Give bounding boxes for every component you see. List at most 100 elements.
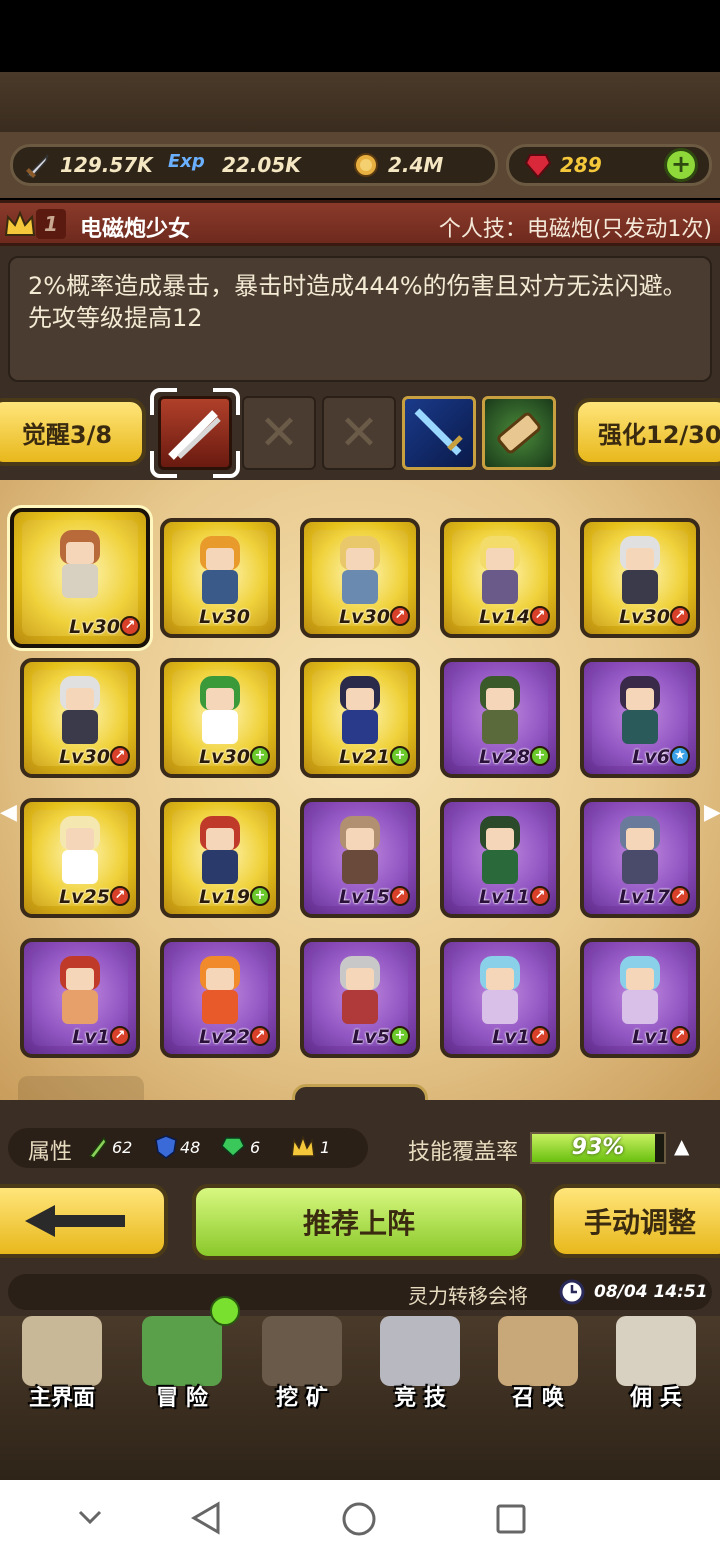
nav-item[interactable]: 主界面 xyxy=(6,1310,118,1420)
empty-slot-2-x-icon[interactable]: ✕ xyxy=(322,396,396,470)
hero-card[interactable]: Lv19 + xyxy=(160,798,280,918)
upgrade-arrow-icon: ↗ xyxy=(110,746,130,766)
upgrade-arrow-icon: ↗ xyxy=(120,616,140,636)
nav-item[interactable]: 挖 矿 xyxy=(246,1310,358,1420)
hero-card[interactable]: Lv17 ↗ xyxy=(580,798,700,918)
hero-card[interactable]: Lv6 ★ xyxy=(580,658,700,778)
island-icon xyxy=(142,1316,222,1386)
hero-card[interactable]: Lv30 ↗ xyxy=(300,518,420,638)
coverage-value: 93% xyxy=(571,1135,625,1160)
shield-icon xyxy=(154,1134,178,1160)
plus-badge-icon: + xyxy=(390,746,410,766)
hero-card[interactable]: Lv22 ↗ xyxy=(160,938,280,1058)
empty-slot-1-x-icon[interactable]: ✕ xyxy=(242,396,316,470)
chevron-down-icon[interactable] xyxy=(76,1502,104,1530)
sword-value: 129.57K xyxy=(60,153,153,177)
hero-sprite xyxy=(332,956,388,1026)
hero-sprite xyxy=(612,956,668,1026)
upgrade-arrow-icon: ↗ xyxy=(530,1026,550,1046)
equip-slot-blue-sword[interactable] xyxy=(402,396,476,470)
coin-value: 2.4M xyxy=(388,153,444,177)
crossed-swords-icon xyxy=(380,1316,460,1386)
back-triangle-icon[interactable] xyxy=(188,1500,224,1536)
recommend-button[interactable]: 推荐上阵 xyxy=(192,1184,526,1260)
hero-card[interactable]: Lv14 ↗ xyxy=(440,518,560,638)
gem-resource: 289 xyxy=(524,150,602,180)
hero-level: Lv30 xyxy=(619,606,670,628)
upgrade-arrow-icon: ↗ xyxy=(250,1026,270,1046)
hero-card[interactable]: Lv30 ↗ xyxy=(20,658,140,778)
hero-sprite xyxy=(52,676,108,746)
hero-sprite xyxy=(192,536,248,606)
hero-card[interactable]: Lv1 ↗ xyxy=(440,938,560,1058)
equip-slot-sword-active[interactable] xyxy=(158,396,232,470)
hero-card[interactable]: Lv30 + xyxy=(160,658,280,778)
expand-up-icon[interactable]: ▲ xyxy=(674,1134,689,1158)
recents-square-icon[interactable] xyxy=(494,1502,528,1536)
notice-time: 08/04 14:51 xyxy=(594,1282,708,1302)
sword-resource: 129.57K xyxy=(24,150,153,180)
defense-value: 48 xyxy=(180,1138,201,1157)
hero-card[interactable]: Lv1 ↗ xyxy=(580,938,700,1058)
hero-sprite xyxy=(472,816,528,886)
hero-card[interactable]: Lv30 ↗ xyxy=(580,518,700,638)
top-wood-frame xyxy=(0,72,720,132)
sword-icon xyxy=(24,151,52,179)
manual-adjust-button[interactable]: 手动调整 xyxy=(550,1184,720,1258)
hero-level: Lv15 xyxy=(339,886,390,908)
hero-card[interactable]: Lv1 ↗ xyxy=(20,938,140,1058)
hero-card[interactable]: Lv25 ↗ xyxy=(20,798,140,918)
exp-resource: Exp 22.05K xyxy=(168,150,301,180)
hero-level: Lv14 xyxy=(479,606,530,628)
power-value: 62 xyxy=(112,1138,133,1157)
hero-level: Lv30 xyxy=(69,616,120,638)
hero-card[interactable]: Lv11 ↗ xyxy=(440,798,560,918)
crown-icon xyxy=(4,209,36,239)
hero-sprite xyxy=(332,536,388,606)
hero-card[interactable]: Lv5 + xyxy=(300,938,420,1058)
hero-level: Lv22 xyxy=(199,1026,250,1048)
add-gem-button[interactable]: + xyxy=(664,148,698,182)
hero-level: Lv25 xyxy=(59,886,110,908)
coin-resource: 2.4M xyxy=(352,150,443,180)
nav-item[interactable]: 竞 技 xyxy=(364,1310,476,1420)
home-circle-icon[interactable] xyxy=(340,1500,378,1538)
nav-label: 挖 矿 xyxy=(276,1386,328,1411)
power-icon xyxy=(86,1134,110,1160)
equip-slot-scroll[interactable] xyxy=(482,396,556,470)
hero-skill-title: 个人技：电磁炮(只发动1次) xyxy=(438,217,712,242)
crown-small-icon xyxy=(290,1134,316,1160)
nav-label: 竞 技 xyxy=(394,1386,446,1411)
hero-level: Lv19 xyxy=(199,886,250,908)
hero-card[interactable]: Lv30 xyxy=(160,518,280,638)
hero-card[interactable]: Lv21 + xyxy=(300,658,420,778)
enhance-button[interactable]: 强化12/30 xyxy=(574,398,720,466)
hero-card[interactable]: Lv30 ↗ xyxy=(10,508,150,648)
nav-item[interactable]: 冒 险 xyxy=(126,1310,238,1420)
ruby-icon xyxy=(524,151,552,179)
hero-level: Lv21 xyxy=(339,746,390,768)
hero-sprite xyxy=(52,816,108,886)
nav-label: 召 唤 xyxy=(512,1386,564,1411)
hero-sprite xyxy=(472,956,528,1026)
hero-sprite xyxy=(612,676,668,746)
nav-label: 佣 兵 xyxy=(630,1386,682,1411)
page-left-arrow-icon[interactable]: ◀ xyxy=(0,800,17,828)
page-right-arrow-icon[interactable]: ▶ xyxy=(704,800,720,828)
coin-icon xyxy=(352,151,380,179)
hero-card[interactable]: Lv15 ↗ xyxy=(300,798,420,918)
back-button[interactable] xyxy=(0,1184,168,1258)
hero-sprite xyxy=(612,536,668,606)
nav-item[interactable]: 佣 兵 xyxy=(600,1310,712,1420)
upgrade-arrow-icon: ↗ xyxy=(110,1026,130,1046)
nav-item[interactable]: 召 唤 xyxy=(482,1310,594,1420)
clock-icon xyxy=(558,1278,586,1306)
skill-description-text: 2%概率造成暴击，暴击时造成444%的伤害且对方无法闪避。先攻等级提高12 xyxy=(28,272,687,332)
hero-level: Lv1 xyxy=(492,1026,530,1048)
hero-sprite xyxy=(192,816,248,886)
awaken-button[interactable]: 觉醒3/8 xyxy=(0,398,146,466)
hero-card[interactable]: Lv28 + xyxy=(440,658,560,778)
exp-value: 22.05K xyxy=(222,153,301,177)
upgrade-arrow-icon: ↗ xyxy=(390,606,410,626)
hero-level: Lv1 xyxy=(72,1026,110,1048)
